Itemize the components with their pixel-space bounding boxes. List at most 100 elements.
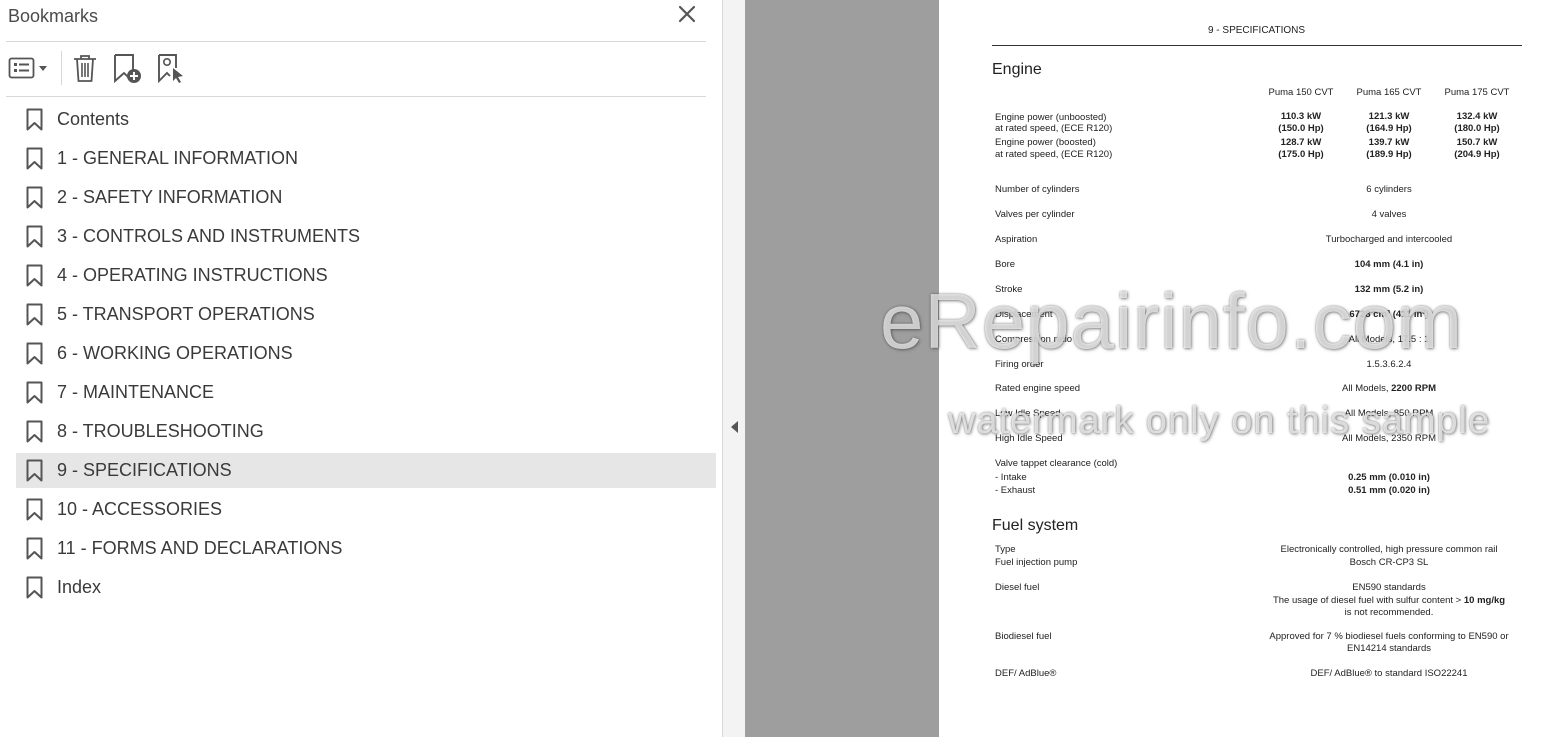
bookmark-label: Contents xyxy=(57,109,130,129)
bookmark-icon xyxy=(26,303,43,326)
spec-value: (180.0 Hp) xyxy=(1454,123,1500,134)
spec-label: Engine power (boosted) xyxy=(995,137,1096,148)
spec-label: - Exhaust xyxy=(995,485,1036,496)
spec-value: DEF/ AdBlue® to standard ISO22241 xyxy=(1310,668,1468,679)
panel-splitter[interactable] xyxy=(723,0,745,737)
spec-value: (150.0 Hp) xyxy=(1278,123,1324,134)
bookmark-icon xyxy=(26,537,43,560)
spec-label: at rated speed, (ECE R120) xyxy=(995,149,1113,160)
spec-label: Displacement xyxy=(995,309,1053,320)
bookmark-label: 11 - FORMS AND DECLARATIONS xyxy=(57,538,343,558)
spec-label: Fuel injection pump xyxy=(995,557,1078,568)
spec-value-strong: 2200 RPM xyxy=(1391,383,1436,394)
spec-label: Stroke xyxy=(995,284,1023,295)
spec-value: All Models, 850 RPM xyxy=(1344,408,1434,419)
bookmark-item[interactable]: 3 - CONTROLS AND INSTRUMENTS xyxy=(16,219,716,254)
trash-icon xyxy=(74,55,96,82)
new-bookmark-button[interactable] xyxy=(112,52,144,84)
fuel-system-heading: Fuel system xyxy=(992,517,1079,534)
collapse-panel-button[interactable] xyxy=(729,419,739,435)
spec-label: Rated engine speed xyxy=(995,383,1081,394)
spec-value: The usage of diesel fuel with sulfur con… xyxy=(1273,595,1505,607)
spec-label: - Intake xyxy=(995,472,1027,483)
bookmark-label: 1 - GENERAL INFORMATION xyxy=(57,148,299,168)
spec-label: Diesel fuel xyxy=(995,582,1040,593)
spec-value: Approved for 7 % biodiesel fuels conform… xyxy=(1269,631,1509,642)
toolbar-separator xyxy=(61,51,62,85)
bookmark-label: 8 - TROUBLESHOOTING xyxy=(57,421,264,441)
spec-label: Low Idle Speed xyxy=(995,408,1061,419)
header-rule xyxy=(992,45,1522,46)
spec-value: 121.3 kW xyxy=(1368,111,1410,122)
spec-value: All Models, 2350 RPM xyxy=(1342,433,1436,444)
bookmark-item[interactable]: Index xyxy=(16,570,716,605)
spec-value: 150.7 kW xyxy=(1456,137,1498,148)
bookmark-item[interactable]: Contents xyxy=(16,102,716,137)
spec-value: All Models, 17.5 : 1 xyxy=(1348,334,1430,345)
spec-value: (175.0 Hp) xyxy=(1278,149,1324,160)
bookmark-label: 5 - TRANSPORT OPERATIONS xyxy=(57,304,315,324)
bookmark-label: 10 - ACCESSORIES xyxy=(57,499,223,519)
column-header: Puma 175 CVT xyxy=(1444,87,1510,98)
spec-value: 132 mm (5.2 in) xyxy=(1354,284,1424,295)
bookmark-icon xyxy=(26,147,43,170)
bookmark-item[interactable]: 2 - SAFETY INFORMATION xyxy=(16,180,716,215)
bookmark-item[interactable]: 6 - WORKING OPERATIONS xyxy=(16,336,716,371)
spec-value: Electronically controlled, high pressure… xyxy=(1280,544,1498,555)
spec-label: Number of cylinders xyxy=(995,184,1080,195)
bookmark-item[interactable]: 11 - FORMS AND DECLARATIONS xyxy=(16,531,716,566)
spec-value: (189.9 Hp) xyxy=(1366,149,1412,160)
spec-value: EN590 standards xyxy=(1352,582,1426,593)
bookmarks-panel: Bookmarks Contents 1 - GENERAL INFORMATI… xyxy=(0,0,723,737)
spec-value: 104 mm (4.1 in) xyxy=(1354,259,1424,270)
delete-bookmark-button[interactable] xyxy=(71,52,99,84)
bookmark-item[interactable]: 4 - OPERATING INSTRUCTIONS xyxy=(16,258,716,293)
spec-value: 139.7 kW xyxy=(1368,137,1410,148)
find-bookmark-button[interactable] xyxy=(156,52,186,84)
bookmark-item[interactable]: 10 - ACCESSORIES xyxy=(16,492,716,527)
spec-label: Firing order xyxy=(995,359,1044,370)
spec-value-strong: 10 mg/kg xyxy=(1463,595,1506,606)
spec-label: Bore xyxy=(995,259,1016,270)
spec-value: 0.25 mm (0.010 in) xyxy=(1348,472,1430,483)
spec-value: (164.9 Hp) xyxy=(1366,123,1412,134)
options-menu-button[interactable] xyxy=(8,52,50,84)
spec-value: EN14214 standards xyxy=(1347,643,1431,654)
spec-value: 110.3 kW xyxy=(1280,111,1322,122)
spec-value: Bosch CR-CP3 SL xyxy=(1349,557,1429,568)
spec-label: Valve tappet clearance (cold) xyxy=(995,458,1118,469)
spec-label: DEF/ AdBlue® xyxy=(995,668,1057,679)
column-header: Puma 150 CVT xyxy=(1268,87,1334,98)
triangle-left-icon xyxy=(731,421,738,433)
bookmark-item[interactable]: 8 - TROUBLESHOOTING xyxy=(16,414,716,449)
column-header: Puma 165 CVT xyxy=(1356,87,1422,98)
engine-heading: Engine xyxy=(992,61,1042,78)
spec-value: 6728 cm³ (411 in³) xyxy=(1349,309,1429,320)
document-canvas xyxy=(745,0,939,737)
spec-label: Biodiesel fuel xyxy=(995,631,1052,642)
spec-value: 132.4 kW xyxy=(1456,111,1498,122)
bookmark-item[interactable]: 7 - MAINTENANCE xyxy=(16,375,716,410)
spec-label: Type xyxy=(995,544,1016,555)
bookmark-item[interactable]: 9 - SPECIFICATIONS xyxy=(16,453,716,488)
bookmark-item[interactable]: 5 - TRANSPORT OPERATIONS xyxy=(16,297,716,332)
bookmark-icon xyxy=(26,186,43,209)
spec-value: 6 cylinders xyxy=(1366,184,1412,195)
spec-value: is not recommended. xyxy=(1344,607,1434,618)
bookmark-icon xyxy=(26,108,43,131)
close-icon xyxy=(678,5,696,23)
bookmark-icon xyxy=(26,498,43,521)
document-page: 9 - SPECIFICATIONS Engine Puma 150 CVT P… xyxy=(939,0,1542,737)
spec-value: (204.9 Hp) xyxy=(1454,149,1500,160)
spec-label: at rated speed, (ECE R120) xyxy=(995,123,1113,134)
add-bookmark-icon xyxy=(114,54,141,84)
close-panel-button[interactable] xyxy=(676,3,698,25)
bookmark-item[interactable]: 1 - GENERAL INFORMATION xyxy=(16,141,716,176)
toolbar-divider xyxy=(6,96,706,97)
panel-title: Bookmarks xyxy=(8,6,99,26)
bookmark-icon xyxy=(26,420,43,443)
spec-label: Compression ratio xyxy=(995,334,1073,345)
spec-value-text: The usage of diesel fuel with sulfur con… xyxy=(1272,595,1464,606)
bookmark-list: Contents 1 - GENERAL INFORMATION 2 - SAFET… xyxy=(16,102,716,609)
bookmark-icon xyxy=(26,225,43,248)
